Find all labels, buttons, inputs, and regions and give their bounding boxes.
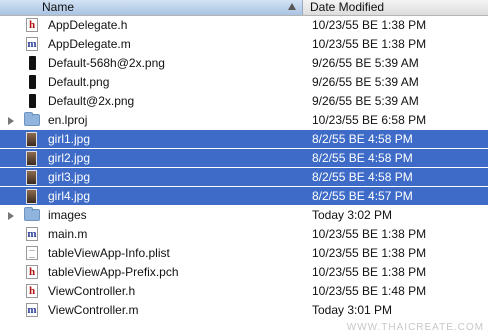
file-row[interactable]: images Today 3:02 PM <box>0 206 488 225</box>
header-file-icon: h <box>26 265 38 279</box>
file-row[interactable]: Default.png 9/26/55 BE 5:39 AM <box>0 73 488 92</box>
column-header-bar: Name Date Modified <box>0 0 488 16</box>
file-name: en.lproj <box>48 113 88 127</box>
date-modified-column-header[interactable]: Date Modified <box>304 0 488 15</box>
file-row[interactable]: en.lproj 10/23/55 BE 6:58 PM <box>0 111 488 130</box>
file-name: images <box>48 208 87 222</box>
date-modified: 8/2/55 BE 4:58 PM <box>312 132 413 146</box>
date-modified: 10/23/55 BE 1:38 PM <box>312 227 427 241</box>
header-file-icon: h <box>26 284 38 298</box>
date-modified: 9/26/55 BE 5:39 AM <box>312 56 419 70</box>
file-name: ViewController.m <box>48 303 139 317</box>
photo-thumbnail-icon <box>26 151 37 166</box>
date-modified: 9/26/55 BE 5:39 AM <box>312 75 419 89</box>
watermark: WWW.THAICREATE.COM <box>346 322 484 333</box>
folder-icon <box>24 112 40 126</box>
photo-thumbnail-icon <box>26 170 37 185</box>
file-row[interactable]: Default-568h@2x.png 9/26/55 BE 5:39 AM <box>0 54 488 73</box>
implementation-file-icon: m <box>26 227 38 241</box>
name-column-label: Name <box>42 0 75 14</box>
file-row[interactable]: tableViewApp-Info.plist 10/23/55 BE 1:38 … <box>0 244 488 263</box>
file-row[interactable]: h tableViewApp-Prefix.pch 10/23/55 BE 1:38… <box>0 263 488 282</box>
disclosure-triangle-icon[interactable] <box>8 117 14 125</box>
date-modified: 10/23/55 BE 1:38 PM <box>312 37 427 51</box>
file-row[interactable]: girl3.jpg 8/2/55 BE 4:58 PM <box>0 168 488 187</box>
date-modified: 9/26/55 BE 5:39 AM <box>312 94 419 108</box>
file-row[interactable]: h AppDelegate.h 10/23/55 BE 1:38 PM <box>0 16 488 35</box>
name-column-header[interactable]: Name <box>0 0 303 15</box>
folder-icon <box>24 207 40 221</box>
file-list: h AppDelegate.h 10/23/55 BE 1:38 PM m AppDel… <box>0 16 488 320</box>
photo-thumbnail-icon <box>26 189 37 204</box>
sort-ascending-icon <box>288 3 296 10</box>
phone-image-icon <box>29 94 36 108</box>
date-modified: 8/2/55 BE 4:58 PM <box>312 151 413 165</box>
date-modified: 10/23/55 BE 6:58 PM <box>312 113 427 127</box>
phone-image-icon <box>29 75 36 89</box>
date-modified: 8/2/55 BE 4:57 PM <box>312 189 413 203</box>
file-row[interactable]: m ViewController.m Today 3:01 PM <box>0 301 488 320</box>
file-name: girl1.jpg <box>48 132 91 146</box>
file-name: AppDelegate.h <box>48 18 128 32</box>
document-icon <box>26 246 38 260</box>
file-row[interactable]: girl1.jpg 8/2/55 BE 4:58 PM <box>0 130 488 149</box>
file-name: AppDelegate.m <box>48 37 131 51</box>
date-modified: Today 3:02 PM <box>312 208 393 222</box>
implementation-file-icon: m <box>26 37 38 51</box>
header-file-icon: h <box>26 18 38 32</box>
file-name: girl4.jpg <box>48 189 91 203</box>
finder-list-view: Name Date Modified h AppDelegate.h 10/23/5… <box>0 0 488 335</box>
date-modified: 10/23/55 BE 1:38 PM <box>312 18 427 32</box>
file-name: tableViewApp-Prefix.pch <box>48 265 179 279</box>
date-modified: Today 3:01 PM <box>312 303 393 317</box>
disclosure-triangle-icon[interactable] <box>8 212 14 220</box>
file-name: tableViewApp-Info.plist <box>48 246 170 260</box>
date-modified: 10/23/55 BE 1:48 PM <box>312 284 427 298</box>
file-row[interactable]: m AppDelegate.m 10/23/55 BE 1:38 PM <box>0 35 488 54</box>
implementation-file-icon: m <box>26 303 38 317</box>
file-row[interactable]: girl2.jpg 8/2/55 BE 4:58 PM <box>0 149 488 168</box>
file-name: ViewController.h <box>48 284 136 298</box>
file-name: main.m <box>48 227 88 241</box>
phone-image-icon <box>29 56 36 70</box>
file-name: Default@2x.png <box>48 94 135 108</box>
date-modified: 10/23/55 BE 1:38 PM <box>312 246 427 260</box>
file-row[interactable]: h ViewController.h 10/23/55 BE 1:48 PM <box>0 282 488 301</box>
photo-thumbnail-icon <box>26 132 37 147</box>
file-row[interactable]: girl4.jpg 8/2/55 BE 4:57 PM <box>0 187 488 206</box>
file-row[interactable]: Default@2x.png 9/26/55 BE 5:39 AM <box>0 92 488 111</box>
file-name: Default-568h@2x.png <box>48 56 165 70</box>
file-row[interactable]: m main.m 10/23/55 BE 1:38 PM <box>0 225 488 244</box>
date-column-label: Date Modified <box>310 0 385 14</box>
date-modified: 8/2/55 BE 4:58 PM <box>312 170 413 184</box>
date-modified: 10/23/55 BE 1:38 PM <box>312 265 427 279</box>
file-name: girl2.jpg <box>48 151 91 165</box>
file-name: girl3.jpg <box>48 170 91 184</box>
file-name: Default.png <box>48 75 110 89</box>
